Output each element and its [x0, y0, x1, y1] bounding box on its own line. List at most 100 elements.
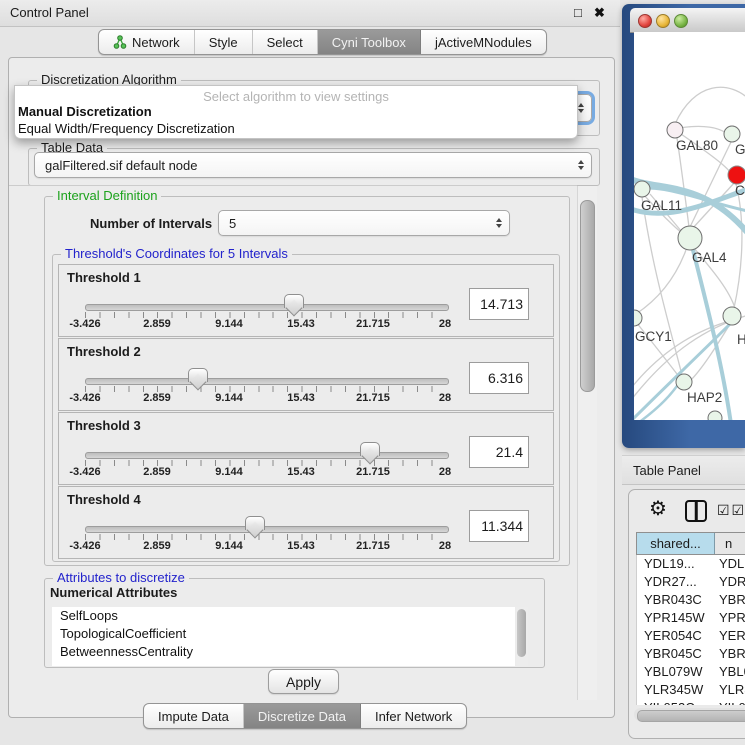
table-row[interactable]: YPR145WYPR1: [637, 609, 745, 627]
node-selected-red[interactable]: [728, 166, 745, 184]
table-panel-window: ⚙ ☑☑ shared... n YDL19...YDL1 YDR27...YD…: [628, 489, 745, 739]
threshold-value-field[interactable]: 11.344: [469, 510, 529, 542]
threshold-slider-track[interactable]: [85, 452, 449, 459]
node-partial[interactable]: [708, 411, 722, 420]
column-header-shared[interactable]: shared...: [637, 533, 715, 554]
apply-button-label: Apply: [286, 674, 321, 690]
node-gal11[interactable]: [634, 181, 650, 197]
close-window-icon[interactable]: [638, 14, 652, 28]
network-window-titlebar: [630, 8, 745, 33]
tab-style[interactable]: Style: [195, 30, 253, 54]
thresholds-group-title: Threshold's Coordinates for 5 Intervals: [61, 246, 292, 261]
threshold-value-field[interactable]: 21.4: [469, 436, 529, 468]
node-label: GAL11: [641, 198, 682, 213]
node-ga[interactable]: [724, 126, 740, 142]
threshold-slider-track[interactable]: [85, 304, 449, 311]
table-row[interactable]: YBR045CYBR0: [637, 645, 745, 663]
table-header-row: shared... n: [636, 532, 745, 555]
cyni-bottom-tabs: Impute Data Discretize Data Infer Networ…: [143, 703, 467, 729]
dropdown-option-manual[interactable]: Manual Discretization: [18, 104, 574, 121]
table-horizontal-scrollbar-thumb[interactable]: [637, 710, 745, 722]
table-row[interactable]: YER054CYER0: [637, 627, 745, 645]
slider-scale-label: 2.859: [143, 466, 171, 478]
control-panel-title: Control Panel: [10, 5, 89, 20]
table-data-value: galFiltered.sif default node: [45, 158, 197, 173]
node-hap2[interactable]: [676, 374, 692, 390]
minimize-window-icon[interactable]: [656, 14, 670, 28]
numerical-attributes-list[interactable]: SelfLoops TopologicalCoefficient Between…: [52, 607, 515, 666]
slider-scale-label: 2.859: [143, 540, 171, 552]
node-h[interactable]: [723, 307, 741, 325]
table-data-combobox[interactable]: galFiltered.sif default node: [34, 152, 592, 178]
threshold-panel-4: Threshold 4 -3.426 2.859 9.144 15.43 21.…: [58, 486, 554, 559]
slider-scale-label: 9.144: [215, 466, 243, 478]
slider-scale-label: 15.43: [287, 540, 315, 552]
threshold-slider-track[interactable]: [85, 378, 449, 385]
slider-thumb[interactable]: [245, 516, 265, 530]
split-panel-icon[interactable]: [685, 500, 707, 522]
table-row[interactable]: YBR043CYBR0: [637, 591, 745, 609]
table-body[interactable]: YDL19...YDL1 YDR27...YDR2 YBR043CYBR0 YP…: [636, 555, 745, 705]
slider-thumb[interactable]: [284, 294, 304, 308]
column-header-name[interactable]: n: [715, 533, 745, 554]
attributes-list-scrollbar[interactable]: [516, 607, 528, 666]
slider-scale-label: 9.144: [215, 318, 243, 330]
list-item[interactable]: SelfLoops: [52, 607, 515, 625]
slider-scale-label: 15.43: [287, 318, 315, 330]
network-canvas[interactable]: GAL80 GA C GAL11 GAL4 GCY1 H HAP2: [634, 32, 745, 420]
network-view-window: GAL80 GA C GAL11 GAL4 GCY1 H HAP2: [622, 4, 745, 448]
slider-scale-label: 28: [439, 466, 451, 478]
node-gal80[interactable]: [667, 122, 683, 138]
node-gal4[interactable]: [678, 226, 702, 250]
slider-ticks: [85, 460, 446, 466]
table-settings-gear-icon[interactable]: ⚙: [649, 499, 667, 519]
tab-select[interactable]: Select: [253, 30, 318, 54]
tab-network[interactable]: Network: [99, 30, 195, 54]
table-row[interactable]: YIL052CYIL0: [637, 699, 745, 705]
dropdown-option-equal-width[interactable]: Equal Width/Frequency Discretization: [18, 121, 574, 138]
number-of-intervals-combobox[interactable]: 5: [218, 210, 510, 236]
tab-network-label: Network: [132, 35, 180, 50]
zoom-window-icon[interactable]: [674, 14, 688, 28]
close-panel-icon[interactable]: ✖: [594, 5, 605, 21]
tab-infer-network[interactable]: Infer Network: [361, 704, 466, 728]
slider-scale-label: 28: [439, 540, 451, 552]
slider-scale-label: -3.426: [69, 318, 100, 330]
network-graph: GAL80 GA C GAL11 GAL4 GCY1 H HAP2: [634, 32, 745, 420]
slider-scale-label: 9.144: [215, 392, 243, 404]
table-row[interactable]: YLR345WYLR3: [637, 681, 745, 699]
threshold-panel-1: Threshold 1 -3.426 2.859 9.144 15.43 21.…: [58, 264, 554, 337]
slider-thumb[interactable]: [360, 442, 380, 456]
column-checkbox-icons[interactable]: ☑☑: [717, 502, 745, 519]
tab-discretize-data[interactable]: Discretize Data: [244, 704, 361, 728]
table-horizontal-scrollbar[interactable]: [634, 708, 744, 721]
combo-arrows-icon: [496, 218, 502, 228]
slider-scale-label: 28: [439, 318, 451, 330]
list-item[interactable]: TopologicalCoefficient: [52, 625, 515, 643]
combo-arrows-icon: [578, 160, 584, 170]
list-item[interactable]: BetweennessCentrality: [52, 643, 515, 661]
table-row[interactable]: YDL19...YDL1: [637, 555, 745, 573]
slider-scale-label: 2.859: [143, 392, 171, 404]
panel-scrollbar-thumb[interactable]: [580, 200, 595, 392]
table-panel-titlebar: Table Panel: [622, 455, 745, 485]
apply-button[interactable]: Apply: [268, 669, 339, 694]
slider-ticks: [85, 386, 446, 392]
attributes-list-scrollbar-thumb[interactable]: [517, 609, 526, 657]
slider-scale-label: 21.715: [356, 392, 390, 404]
node-gcy1[interactable]: [634, 310, 642, 326]
slider-scale-label: -3.426: [69, 392, 100, 404]
threshold-value-field[interactable]: 14.713: [469, 288, 529, 320]
slider-thumb[interactable]: [188, 368, 208, 382]
table-row[interactable]: YDR27...YDR2: [637, 573, 745, 591]
threshold-slider-track[interactable]: [85, 526, 449, 533]
network-icon: [113, 35, 127, 49]
tab-impute-data[interactable]: Impute Data: [144, 704, 244, 728]
float-window-icon[interactable]: □: [574, 5, 582, 20]
tab-cyni-toolbox[interactable]: Cyni Toolbox: [318, 30, 421, 54]
combo-arrows-icon: [578, 103, 584, 113]
tab-jactivemnodules[interactable]: jActiveMNodules: [421, 30, 546, 54]
table-row[interactable]: YBL079WYBL0: [637, 663, 745, 681]
threshold-value-field[interactable]: 6.316: [469, 362, 529, 394]
node-label: GAL80: [676, 138, 718, 153]
